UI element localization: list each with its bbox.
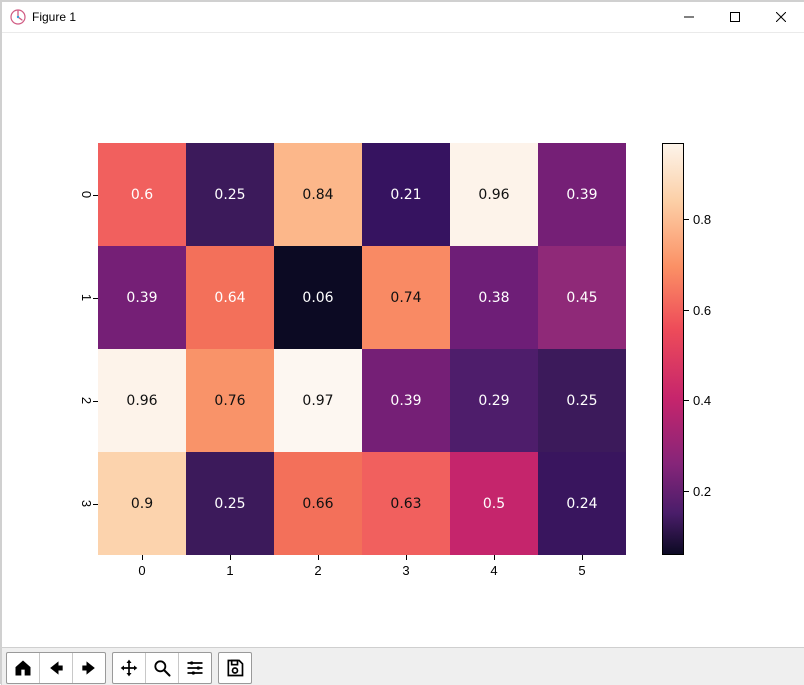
heatmap-cell: 0.76 [186,349,274,452]
heatmap-cell: 0.96 [450,143,538,246]
heatmap-cell: 0.66 [274,452,362,555]
x-tick-label: 4 [450,563,538,578]
heatmap-cell: 0.25 [186,452,274,555]
colorbar-tick-label: 0.2 [684,484,711,499]
x-axis-ticks: 012345 [98,563,626,578]
y-axis-ticks: 0123 [62,143,90,555]
y-tick-label: 1 [62,246,90,349]
x-tick-label: 3 [362,563,450,578]
home-button[interactable] [7,653,40,683]
colorbar: 0.2 0.4 0.6 0.8 [662,143,734,555]
heatmap-cell: 0.64 [186,246,274,349]
heatmap-grid: 0.60.250.840.210.960.390.390.640.060.740… [98,143,626,555]
heatmap-cell: 0.21 [362,143,450,246]
view-group [112,652,212,684]
y-tick-label: 3 [62,452,90,555]
x-tick-label: 0 [98,563,186,578]
heatmap-plot: 0.60.250.840.210.960.390.390.640.060.740… [98,143,626,555]
heatmap-cell: 0.06 [274,246,362,349]
heatmap-cell: 0.24 [538,452,626,555]
configure-subplots-button[interactable] [179,653,211,683]
window-close-button[interactable] [758,2,804,32]
window-maximize-button[interactable] [712,2,758,32]
heatmap-cell: 0.63 [362,452,450,555]
save-button[interactable] [219,653,251,683]
y-tick-label: 2 [62,349,90,452]
zoom-button[interactable] [146,653,179,683]
heatmap-cell: 0.29 [450,349,538,452]
heatmap-cell: 0.97 [274,349,362,452]
window-minimize-button[interactable] [666,2,712,32]
x-tick-label: 1 [186,563,274,578]
back-button[interactable] [40,653,73,683]
heatmap-cell: 0.84 [274,143,362,246]
x-tick-label: 2 [274,563,362,578]
forward-button[interactable] [73,653,105,683]
window-titlebar: Figure 1 [2,2,804,33]
figure-canvas[interactable]: 0.60.250.840.210.960.390.390.640.060.740… [2,33,804,647]
pan-button[interactable] [113,653,146,683]
heatmap-cell: 0.96 [98,349,186,452]
colorbar-ticks: 0.2 0.4 0.6 0.8 [684,143,734,555]
heatmap-cell: 0.25 [538,349,626,452]
matplotlib-toolbar [2,647,804,685]
heatmap-cell: 0.39 [538,143,626,246]
heatmap-cell: 0.9 [98,452,186,555]
io-group [218,652,252,684]
colorbar-tick-label: 0.4 [684,393,711,408]
heatmap-cell: 0.74 [362,246,450,349]
heatmap-cell: 0.45 [538,246,626,349]
colorbar-gradient [662,143,684,555]
y-tick-label: 0 [62,143,90,246]
heatmap-cell: 0.39 [362,349,450,452]
x-tick-label: 5 [538,563,626,578]
heatmap-cell: 0.38 [450,246,538,349]
window-title: Figure 1 [32,10,76,24]
heatmap-cell: 0.25 [186,143,274,246]
colorbar-tick-label: 0.6 [684,303,711,318]
heatmap-cell: 0.5 [450,452,538,555]
app-icon [10,9,26,25]
nav-group [6,652,106,684]
heatmap-cell: 0.39 [98,246,186,349]
heatmap-cell: 0.6 [98,143,186,246]
colorbar-tick-label: 0.8 [684,212,711,227]
